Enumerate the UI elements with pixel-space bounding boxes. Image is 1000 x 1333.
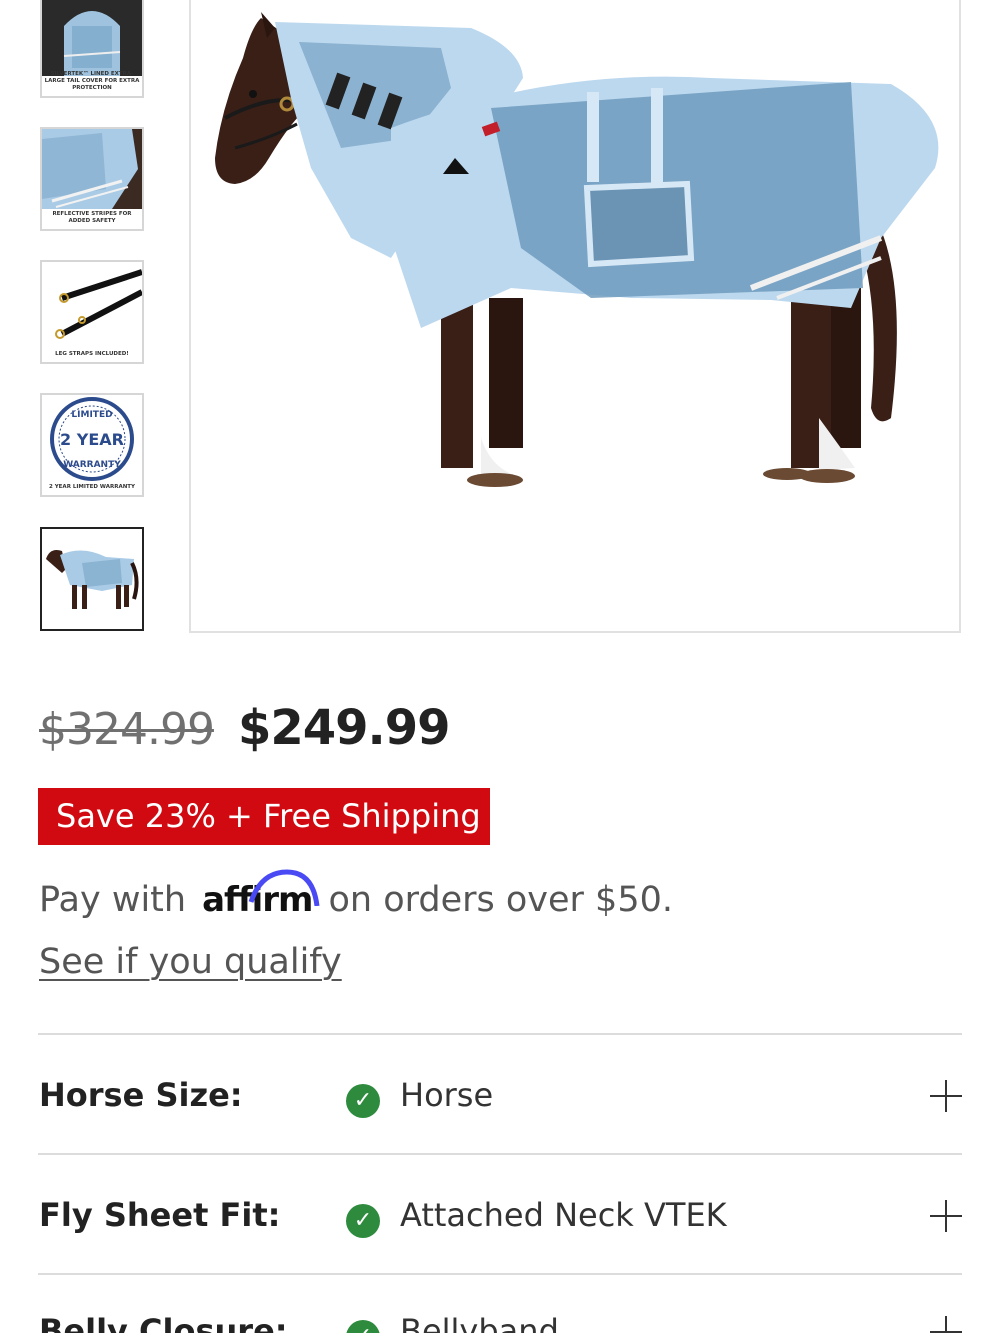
affirm-arc-icon bbox=[248, 869, 320, 906]
affirm-financing-text: Pay with affirm on orders over $50. bbox=[39, 869, 673, 920]
thumbnail-tail-cover[interactable]: SILVERTEK™ LINED EXTRA-LARGE TAIL COVER … bbox=[40, 0, 144, 98]
option-fly-sheet-fit[interactable]: Fly Sheet Fit: ✓ Attached Neck VTEK bbox=[38, 1196, 962, 1276]
sale-price: $249.99 bbox=[237, 700, 451, 756]
thumbnail-caption: REFLECTIVE STRIPES FOR ADDED SAFETY bbox=[52, 211, 132, 224]
thumbnail-caption: 2 YEAR LIMITED WARRANTY bbox=[48, 484, 136, 490]
seal-top-text: LIMITED bbox=[71, 410, 112, 420]
see-if-you-qualify-link[interactable]: See if you qualify bbox=[39, 942, 342, 982]
thumbnail-caption: LEG STRAPS INCLUDED! bbox=[55, 351, 129, 357]
thumbnail-horse-fly-sheet[interactable] bbox=[40, 527, 144, 631]
main-product-image[interactable] bbox=[189, 0, 961, 633]
plus-icon[interactable] bbox=[930, 1080, 962, 1112]
divider bbox=[38, 1033, 962, 1035]
option-value: Horse bbox=[400, 1076, 494, 1114]
price-row: $324.99 $249.99 bbox=[39, 700, 451, 764]
seal-middle-text: 2 YEAR bbox=[60, 430, 124, 449]
seal-bottom-text: WARRANTY bbox=[63, 460, 121, 470]
option-value: Attached Neck VTEK bbox=[400, 1196, 727, 1234]
tail-cover-photo bbox=[42, 0, 142, 76]
horse-fly-sheet-photo bbox=[215, 12, 939, 487]
reflective-stripes-photo bbox=[42, 129, 142, 209]
savings-badge: Save 23% + Free Shipping bbox=[38, 788, 490, 845]
check-icon: ✓ bbox=[346, 1204, 380, 1238]
thumbnail-leg-straps[interactable]: LEG STRAPS INCLUDED! bbox=[40, 260, 144, 364]
thumbnail-caption: SILVERTEK™ LINED EXTRA-LARGE TAIL COVER … bbox=[44, 71, 140, 91]
affirm-logo: affirm bbox=[202, 869, 320, 920]
option-label: Belly Closure: bbox=[39, 1312, 288, 1333]
option-label: Horse Size: bbox=[39, 1076, 243, 1114]
affirm-suffix: on orders over $50. bbox=[328, 880, 673, 920]
warranty-seal-icon: LIMITED 2 YEAR WARRANTY bbox=[50, 397, 134, 481]
option-value: Bellyband bbox=[400, 1312, 559, 1333]
leg-straps-photo bbox=[55, 269, 142, 339]
thumbnail-reflective-stripes[interactable]: REFLECTIVE STRIPES FOR ADDED SAFETY bbox=[40, 127, 144, 231]
horse-fly-sheet-photo bbox=[46, 550, 139, 609]
divider bbox=[38, 1153, 962, 1155]
check-icon: ✓ bbox=[346, 1084, 380, 1118]
plus-icon[interactable] bbox=[930, 1200, 962, 1232]
option-horse-size[interactable]: Horse Size: ✓ Horse bbox=[38, 1076, 962, 1156]
option-label: Fly Sheet Fit: bbox=[39, 1196, 281, 1234]
plus-icon[interactable] bbox=[930, 1316, 962, 1333]
thumbnail-warranty[interactable]: LIMITED 2 YEAR WARRANTY 2 YEAR LIMITED W… bbox=[40, 393, 144, 497]
check-icon: ✓ bbox=[346, 1320, 380, 1333]
divider bbox=[38, 1273, 962, 1275]
option-belly-closure[interactable]: Belly Closure: ✓ Bellyband bbox=[38, 1312, 962, 1333]
original-price: $324.99 bbox=[39, 704, 215, 755]
affirm-prefix: Pay with bbox=[39, 880, 187, 920]
